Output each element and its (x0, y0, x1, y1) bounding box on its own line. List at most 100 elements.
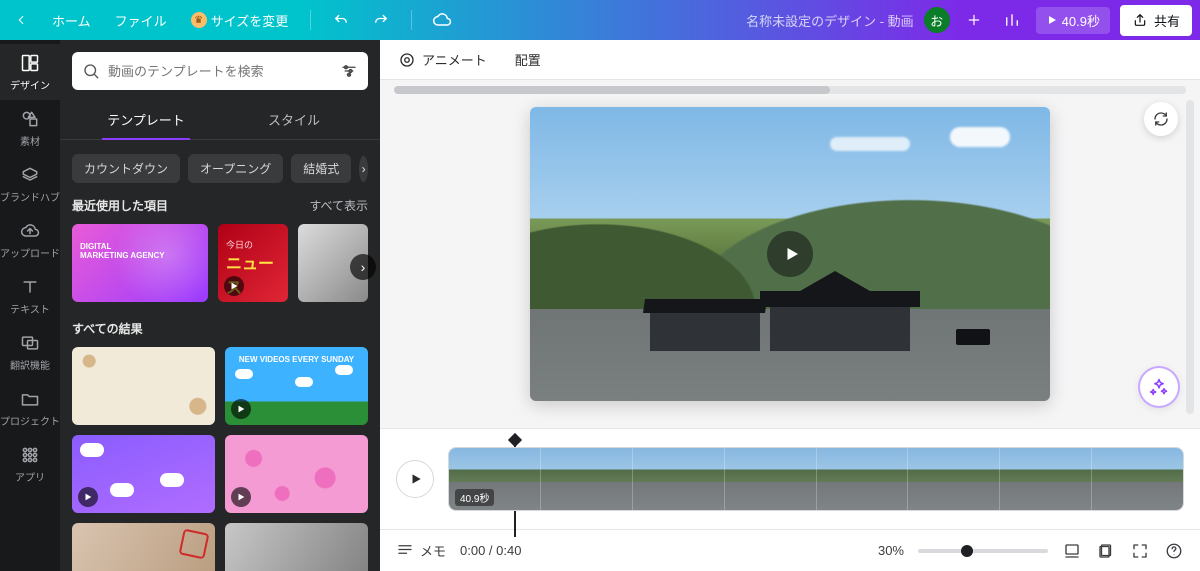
document-title[interactable]: 名称未設定のデザイン - 動画 (746, 11, 914, 30)
rail-apps[interactable]: アプリ (0, 436, 60, 492)
all-results-head: すべての結果 (60, 314, 380, 343)
animate-button[interactable]: アニメート (398, 50, 487, 69)
template-thumb[interactable] (225, 435, 368, 513)
rail-projects[interactable]: プロジェクト (0, 380, 60, 436)
add-member-button[interactable] (960, 6, 988, 34)
magic-button[interactable] (1140, 368, 1178, 406)
rail-translate[interactable]: 翻訳機能 (0, 324, 60, 380)
rail-text[interactable]: テキスト (0, 268, 60, 324)
crown-icon: ♛ (191, 12, 207, 28)
rail-upload-label: アップロード (0, 245, 60, 260)
timeline-clip[interactable] (1092, 448, 1183, 510)
back-button[interactable] (8, 9, 34, 31)
fullscreen-button[interactable] (1130, 541, 1150, 561)
recent-scroll-right[interactable]: › (350, 254, 376, 280)
resize-button[interactable]: ♛ サイズを変更 (185, 7, 295, 34)
bottom-bar: メモ 0:00 / 0:40 30% (380, 529, 1200, 571)
tab-templates[interactable]: テンプレート (72, 102, 220, 139)
template-thumb[interactable] (72, 347, 215, 425)
rail-brandhub[interactable]: ブランドハブ (0, 156, 60, 212)
template-thumb[interactable] (72, 435, 215, 513)
timeline-clip[interactable] (1000, 448, 1092, 510)
rail-upload[interactable]: アップロード (0, 212, 60, 268)
recent-section-head: 最近使用した項目 すべて表示 (60, 191, 380, 220)
chip-opening[interactable]: オープニング (188, 154, 283, 183)
view-grid-button[interactable] (1062, 541, 1082, 561)
timeline-clip[interactable] (633, 448, 725, 510)
chip-scroll-right[interactable]: › (359, 156, 368, 182)
timeline-clip[interactable] (725, 448, 817, 510)
file-label: ファイル (115, 11, 167, 30)
zoom-slider[interactable] (918, 549, 1048, 553)
rail-design-label: デザイン (10, 77, 50, 92)
rail-projects-label: プロジェクト (0, 413, 60, 428)
notes-label: メモ (420, 541, 446, 560)
file-menu[interactable]: ファイル (109, 7, 173, 34)
position-label: 配置 (515, 50, 541, 69)
preview-play-button[interactable]: 40.9秒 (1036, 7, 1110, 34)
animate-label: アニメート (422, 50, 487, 69)
resize-label: サイズを変更 (211, 11, 289, 30)
template-thumb[interactable]: NEW VIDEOS EVERY SUNDAY (225, 347, 368, 425)
timeline-clip[interactable] (908, 448, 1000, 510)
timeline-clip[interactable] (541, 448, 633, 510)
cloud-sync-icon[interactable] (428, 6, 456, 34)
zoom-display: 30% (878, 543, 904, 558)
position-button[interactable]: 配置 (515, 50, 541, 69)
pages-button[interactable] (1096, 541, 1116, 561)
top-bar: ホーム ファイル ♛ サイズを変更 名称未設定のデザイン - 動画 お (0, 0, 1200, 40)
timeline-track[interactable]: 40.9秒 (448, 447, 1184, 511)
zoom-text: 30% (878, 543, 904, 558)
rail-design[interactable]: デザイン (0, 44, 60, 100)
side-panel: テンプレート スタイル カウントダウン オープニング 結婚式 › 最近使用した項… (60, 40, 380, 571)
redo-button[interactable] (367, 6, 395, 34)
template-search[interactable] (72, 52, 368, 90)
share-button[interactable]: 共有 (1120, 5, 1192, 36)
timeline: 40.9秒 (380, 429, 1200, 529)
home-button[interactable]: ホーム (46, 7, 97, 34)
vertical-scrollbar[interactable] (1186, 100, 1194, 414)
duration-label: 40.9秒 (1062, 11, 1100, 30)
help-button[interactable] (1164, 541, 1184, 561)
filter-icon[interactable] (340, 62, 358, 80)
notes-button[interactable]: メモ (396, 541, 446, 560)
chip-countdown[interactable]: カウントダウン (72, 154, 180, 183)
horizontal-scrollbar[interactable] (394, 86, 1186, 94)
template-thumb[interactable]: DIGITAL MARKETING AGENCY (72, 224, 208, 302)
template-thumb[interactable] (225, 523, 368, 571)
tab-styles[interactable]: スタイル (220, 102, 368, 139)
video-preview[interactable] (530, 107, 1050, 401)
search-icon (82, 62, 100, 80)
scene-clouds (950, 127, 1010, 147)
context-toolbar: アニメート 配置 (380, 40, 1200, 80)
timeline-play-button[interactable] (396, 460, 434, 498)
recent-thumbs: DIGITAL MARKETING AGENCY 今日の ニュース › (60, 220, 380, 314)
play-badge-icon (78, 487, 98, 507)
timeline-clip[interactable]: 40.9秒 (449, 448, 541, 510)
analytics-button[interactable] (998, 6, 1026, 34)
canvas-stage[interactable] (380, 80, 1200, 429)
undo-button[interactable] (327, 6, 355, 34)
rail-elements-label: 素材 (20, 133, 40, 148)
clip-duration-label: 40.9秒 (455, 489, 494, 506)
rail-translate-label: 翻訳機能 (10, 357, 50, 372)
top-bar-right: 名称未設定のデザイン - 動画 お 40.9秒 共有 (746, 5, 1192, 36)
template-thumb[interactable]: 今日の ニュース (218, 224, 288, 302)
play-badge-icon (224, 276, 244, 296)
user-avatar[interactable]: お (924, 7, 950, 33)
search-input[interactable] (108, 64, 332, 79)
refresh-button[interactable] (1144, 102, 1178, 136)
canvas-play-button[interactable] (767, 231, 813, 277)
canvas-area: アニメート 配置 (380, 40, 1200, 571)
time-text: 0:00 / 0:40 (460, 543, 521, 558)
timeline-track-wrap: 40.9秒 (448, 447, 1184, 511)
rail-apps-label: アプリ (15, 469, 45, 484)
recent-title: 最近使用した項目 (72, 197, 168, 214)
chip-wedding[interactable]: 結婚式 (291, 154, 351, 183)
rail-elements[interactable]: 素材 (0, 100, 60, 156)
recent-see-all[interactable]: すべて表示 (309, 197, 368, 214)
scene-car (956, 329, 990, 345)
template-thumb[interactable] (72, 523, 215, 571)
share-label: 共有 (1154, 11, 1180, 30)
timeline-clip[interactable] (817, 448, 909, 510)
